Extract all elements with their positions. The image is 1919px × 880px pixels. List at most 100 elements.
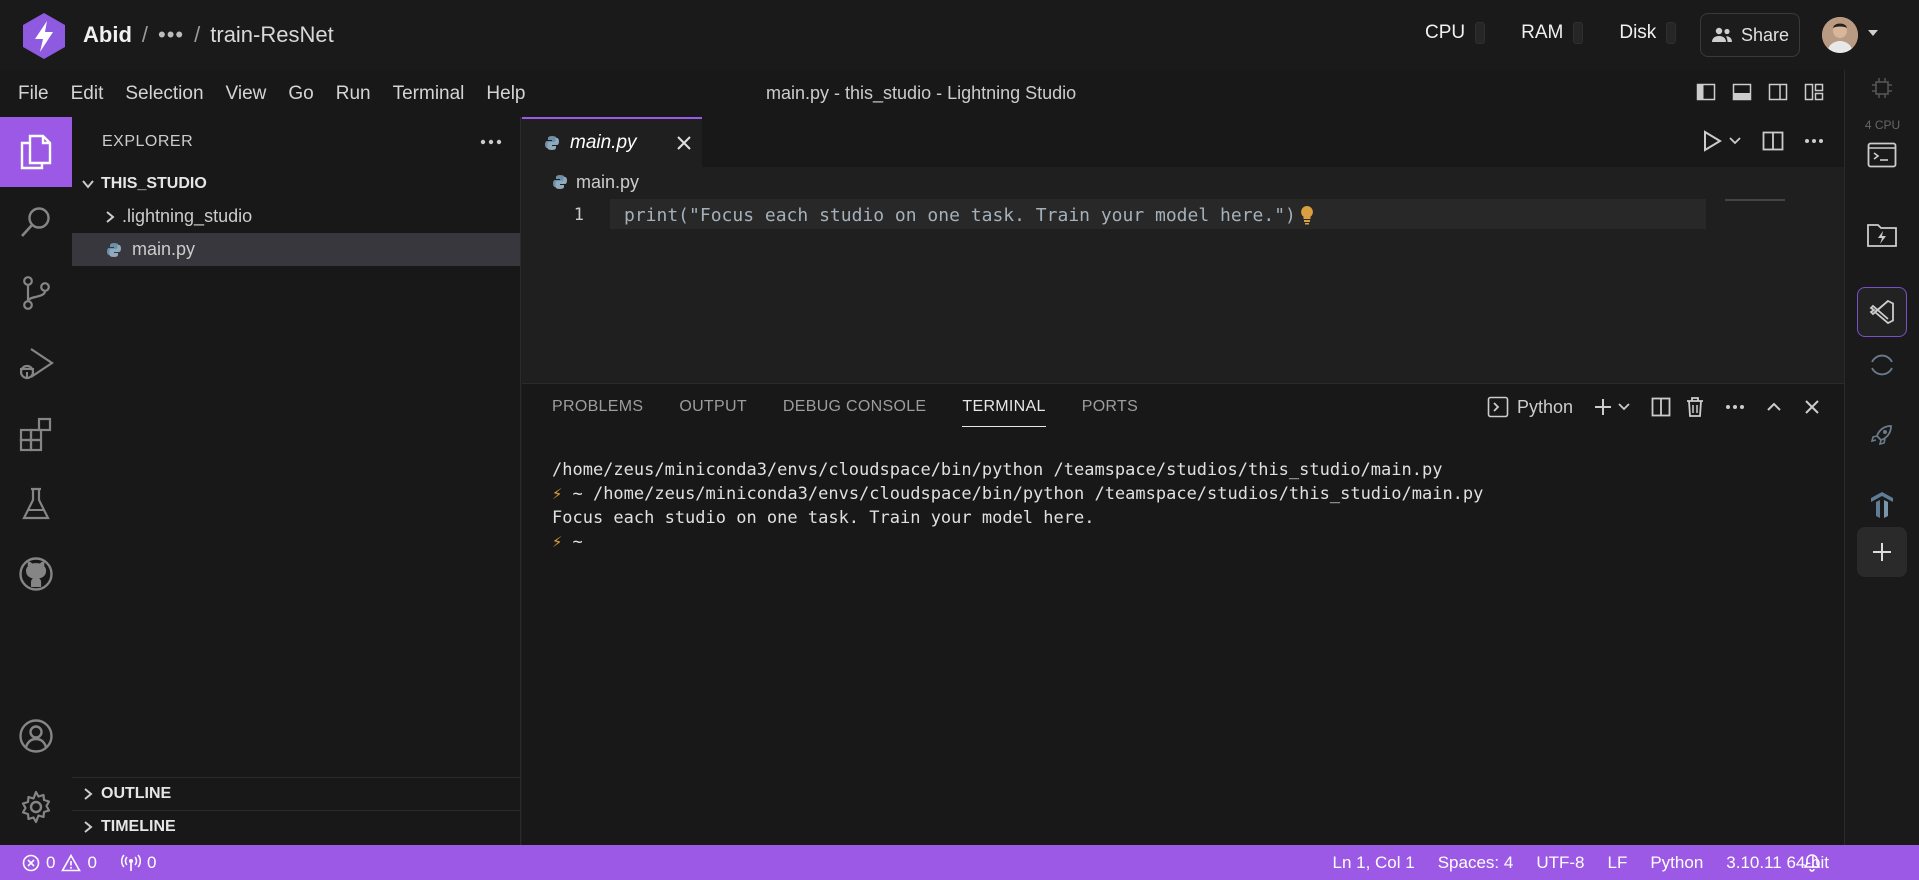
error-icon[interactable] bbox=[22, 854, 40, 872]
cpu-meter-bar bbox=[1475, 22, 1486, 44]
terminal-output[interactable]: /home/zeus/miniconda3/envs/cloudspace/bi… bbox=[552, 458, 1483, 554]
extensions-icon[interactable] bbox=[0, 399, 72, 469]
breadcrumb-more[interactable]: ••• bbox=[158, 22, 184, 48]
trash-icon[interactable] bbox=[1685, 396, 1705, 418]
warning-count[interactable]: 0 bbox=[87, 853, 96, 873]
outline-section[interactable]: OUTLINE bbox=[72, 777, 521, 810]
encoding[interactable]: UTF-8 bbox=[1536, 853, 1584, 873]
ports-broadcast-icon[interactable] bbox=[120, 854, 141, 872]
menu-go[interactable]: Go bbox=[277, 83, 324, 105]
toggle-primary-sidebar-icon[interactable] bbox=[1696, 82, 1716, 102]
studio-breadcrumb: Abid / ••• / train-ResNet bbox=[83, 22, 334, 48]
menu-file[interactable]: File bbox=[7, 83, 60, 105]
account-icon[interactable] bbox=[0, 701, 72, 771]
chevron-right-icon bbox=[80, 819, 96, 835]
end-of-line[interactable]: LF bbox=[1608, 853, 1628, 873]
tab-terminal[interactable]: TERMINAL bbox=[962, 398, 1046, 427]
terminal-app-icon[interactable] bbox=[1857, 130, 1907, 180]
menu-help[interactable]: Help bbox=[475, 83, 536, 105]
python-file-icon bbox=[106, 242, 122, 258]
chevron-down-icon bbox=[80, 176, 96, 192]
lightning-logo-icon[interactable] bbox=[22, 12, 66, 60]
cpu-meter[interactable]: CPU bbox=[1425, 22, 1486, 44]
split-editor-icon[interactable] bbox=[1762, 131, 1784, 151]
tree-item-lightning-studio-folder[interactable]: .lightning_studio bbox=[72, 200, 520, 233]
tab-debug-console[interactable]: DEBUG CONSOLE bbox=[783, 398, 927, 427]
ram-meter[interactable]: RAM bbox=[1521, 22, 1584, 44]
search-icon[interactable] bbox=[0, 187, 72, 257]
tab-ports[interactable]: PORTS bbox=[1082, 398, 1138, 427]
lightbulb-icon[interactable] bbox=[1300, 205, 1314, 225]
settings-gear-icon[interactable] bbox=[0, 772, 72, 842]
tab-problems[interactable]: PROBLEMS bbox=[552, 398, 643, 427]
top-bar: Abid / ••• / train-ResNet CPU RAM Disk S… bbox=[0, 0, 1919, 70]
warning-icon[interactable] bbox=[61, 853, 82, 872]
tree-item-main-py[interactable]: main.py bbox=[72, 233, 520, 266]
avatar[interactable] bbox=[1822, 17, 1858, 53]
share-label: Share bbox=[1740, 24, 1790, 45]
terminal-command: ~ /home/zeus/miniconda3/envs/cloudspace/… bbox=[562, 484, 1484, 504]
language-mode[interactable]: Python bbox=[1650, 853, 1703, 873]
maximize-panel-chevron-up-icon[interactable] bbox=[1765, 398, 1783, 416]
ram-meter-label: RAM bbox=[1521, 22, 1564, 43]
menu-edit[interactable]: Edit bbox=[60, 83, 115, 105]
chevron-down-icon[interactable] bbox=[1866, 26, 1880, 40]
indentation[interactable]: Spaces: 4 bbox=[1438, 853, 1514, 873]
timeline-label: TIMELINE bbox=[101, 818, 176, 835]
terminal-line: /home/zeus/miniconda3/envs/cloudspace/bi… bbox=[552, 460, 1443, 480]
tab-output[interactable]: OUTPUT bbox=[679, 398, 747, 427]
editor-actions bbox=[1702, 130, 1824, 152]
menu-selection[interactable]: Selection bbox=[114, 83, 214, 105]
explorer-icon[interactable] bbox=[0, 117, 72, 187]
testing-flask-icon[interactable] bbox=[0, 469, 72, 539]
tab-main-py[interactable]: main.py bbox=[522, 117, 702, 167]
add-app-plus-icon[interactable] bbox=[1857, 527, 1907, 577]
ports-count[interactable]: 0 bbox=[147, 853, 156, 873]
run-debug-icon[interactable] bbox=[0, 329, 72, 399]
share-button[interactable]: Share bbox=[1700, 13, 1800, 57]
code-text[interactable]: print("Focus each studio on one task. Tr… bbox=[624, 205, 1296, 226]
toggle-secondary-sidebar-icon[interactable] bbox=[1768, 82, 1788, 102]
resource-meters: CPU RAM Disk bbox=[1425, 22, 1677, 44]
disk-meter[interactable]: Disk bbox=[1619, 22, 1677, 44]
loading-app-icon[interactable] bbox=[1857, 340, 1907, 390]
toggle-panel-icon[interactable] bbox=[1732, 82, 1752, 102]
new-terminal-plus-icon[interactable] bbox=[1593, 397, 1613, 417]
tree-root-this-studio[interactable]: THIS_STUDIO bbox=[72, 167, 520, 200]
split-terminal-icon[interactable] bbox=[1651, 397, 1671, 417]
minimap[interactable] bbox=[1725, 199, 1785, 201]
close-panel-icon[interactable] bbox=[1803, 398, 1821, 416]
breadcrumb-file[interactable]: main.py bbox=[576, 172, 639, 193]
github-icon[interactable] bbox=[0, 539, 72, 609]
customize-layout-icon[interactable] bbox=[1804, 82, 1824, 102]
code-line[interactable]: 1 print("Focus each studio on one task. … bbox=[522, 201, 1722, 229]
lightning-folder-icon[interactable] bbox=[1857, 210, 1907, 260]
menu-view[interactable]: View bbox=[215, 83, 278, 105]
chevron-down-icon[interactable] bbox=[1728, 134, 1742, 148]
menu-terminal[interactable]: Terminal bbox=[382, 83, 476, 105]
cursor-position[interactable]: Ln 1, Col 1 bbox=[1332, 853, 1414, 873]
more-actions-icon[interactable] bbox=[480, 139, 502, 145]
status-bar: 0 0 0 Ln 1, Col 1 Spaces: 4 UTF-8 LF Pyt… bbox=[0, 845, 1919, 880]
explorer-title: EXPLORER bbox=[102, 133, 194, 150]
cpu-chip-icon[interactable] bbox=[1870, 76, 1894, 100]
breadcrumb-project[interactable]: train-ResNet bbox=[210, 22, 333, 48]
more-actions-icon[interactable] bbox=[1804, 138, 1824, 144]
editor-breadcrumb: main.py bbox=[522, 167, 1844, 197]
close-tab-icon[interactable] bbox=[676, 135, 692, 151]
chevron-down-icon[interactable] bbox=[1617, 400, 1631, 414]
more-actions-icon[interactable] bbox=[1725, 404, 1745, 410]
vscode-app-icon[interactable] bbox=[1857, 287, 1907, 337]
notifications-bell-icon[interactable] bbox=[1803, 853, 1821, 873]
breadcrumb-user[interactable]: Abid bbox=[83, 22, 132, 48]
tensorboard-icon[interactable] bbox=[1857, 480, 1907, 530]
layout-controls bbox=[1696, 82, 1824, 102]
run-python-file-icon[interactable] bbox=[1702, 130, 1722, 152]
rocket-deploy-icon[interactable] bbox=[1857, 410, 1907, 460]
source-control-icon[interactable] bbox=[0, 258, 72, 328]
terminal-shell-label[interactable]: Python bbox=[1517, 397, 1573, 418]
panel-tabs: PROBLEMS OUTPUT DEBUG CONSOLE TERMINAL P… bbox=[552, 398, 1138, 427]
error-count[interactable]: 0 bbox=[46, 853, 55, 873]
timeline-section[interactable]: TIMELINE bbox=[72, 810, 521, 843]
menu-run[interactable]: Run bbox=[325, 83, 382, 105]
